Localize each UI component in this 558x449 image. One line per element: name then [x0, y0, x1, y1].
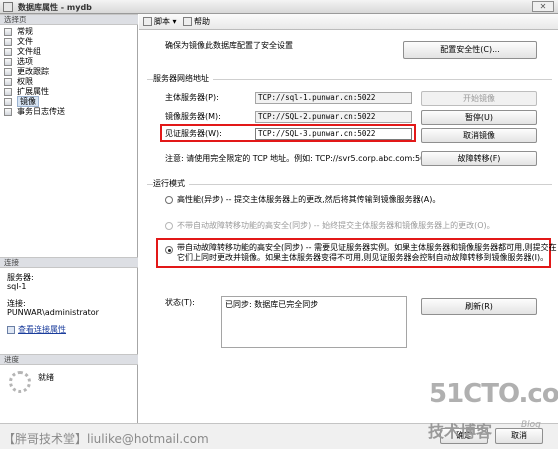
toolbar: 脚本 ▾ 帮助	[139, 14, 558, 30]
mode-group-title: 运行模式	[153, 179, 189, 189]
window-title: 数据库属性 - mydb	[18, 3, 92, 12]
high-safety-failover-label-line1: 带自动故障转移功能的高安全(同步) -- 需要见证服务器实例。如果主体服务器和镜…	[177, 243, 557, 252]
page-icon	[4, 48, 12, 56]
principal-address-field[interactable]: TCP://sql-1.punwar.cn:5022	[255, 92, 412, 104]
chevron-down-icon: ▾	[170, 17, 177, 26]
high-safety-no-failover-label: 不带自动故障转移功能的高安全(同步) -- 始终提交主体服务器和镜像服务器上的更…	[177, 221, 495, 230]
help-icon	[183, 17, 192, 26]
progress-spinner-icon	[9, 371, 31, 393]
watermark-blog: Blog	[521, 420, 541, 430]
server-value: sql-1	[7, 282, 27, 291]
high-safety-failover-label-line2: 它们上同时更改并镜像。如果主体服务器变得不可用,则见证服务器会控制自动故障转移到…	[177, 253, 549, 262]
status-label: 状态(T):	[165, 298, 195, 307]
configure-security-button[interactable]: 配置安全性(C)...	[403, 41, 537, 59]
pause-button[interactable]: 暂停(U)	[421, 110, 537, 125]
window-controls[interactable]: ✕	[532, 1, 554, 12]
status-value: 已同步: 数据库已完全同步	[225, 300, 319, 309]
close-icon[interactable]: ✕	[540, 2, 547, 11]
page-icon	[4, 98, 12, 106]
script-icon	[143, 17, 152, 26]
witness-address-field[interactable]: TCP://SQL-3.punwar.cn:5022	[255, 128, 412, 140]
principal-label: 主体服务器(P):	[165, 93, 219, 102]
window-title-bar: 数据库属性 - mydb ✕	[0, 0, 558, 14]
mirror-address-field[interactable]: TCP://SQL-2.punwar.cn:5022	[255, 111, 412, 123]
connection-value: PUNWAR\administrator	[7, 308, 99, 317]
remove-mirroring-button[interactable]: 取消镜像	[421, 128, 537, 143]
progress-header: 进度	[0, 354, 138, 365]
refresh-button[interactable]: 刷新(R)	[421, 298, 537, 315]
left-pane: 选择页 常规 文件 文件组 选项 更改跟踪 权限 扩展属性 镜像 事务日志传送 …	[0, 14, 138, 423]
cancel-button[interactable]: 取消	[495, 428, 543, 444]
connection-header: 连接	[0, 257, 138, 268]
page-icon	[4, 108, 12, 116]
connection-properties-icon	[7, 325, 15, 334]
address-note: 注意: 请使用完全限定的 TCP 地址。例如: TCP://svr5.corp.…	[165, 154, 436, 163]
page-icon	[4, 78, 12, 86]
help-button[interactable]: 帮助	[183, 16, 210, 27]
script-button[interactable]: 脚本 ▾	[143, 16, 177, 27]
watermark-brand: 51CTO.com	[429, 379, 558, 409]
mirror-label: 镜像服务器(M):	[165, 112, 221, 121]
high-safety-failover-radio[interactable]	[165, 246, 173, 254]
witness-label: 见证服务器(W):	[165, 129, 222, 138]
start-mirroring-button[interactable]: 开始镜像	[421, 91, 537, 106]
security-description: 确保为镜像此数据库配置了安全设置	[165, 41, 293, 50]
view-connection-properties[interactable]: 查看连接属性	[7, 325, 66, 335]
failover-button[interactable]: 故障转移(F)	[421, 151, 537, 166]
high-performance-radio[interactable]	[165, 196, 173, 204]
mirroring-page: 确保为镜像此数据库配置了安全设置 配置安全性(C)... 服务器网络地址 主体服…	[139, 30, 558, 423]
watermark-sub: 技术博客	[428, 422, 493, 441]
page-icon	[4, 68, 12, 76]
watermark-left: 【胖哥技术堂】liulike@hotmail.com	[3, 432, 209, 446]
progress-status: 就绪	[38, 373, 54, 382]
addresses-group-title: 服务器网络地址	[153, 74, 213, 84]
page-icon	[4, 88, 12, 96]
mode-group-line	[147, 184, 552, 185]
page-icon	[4, 28, 12, 36]
select-page-header: 选择页	[0, 14, 138, 25]
page-icon	[4, 58, 12, 66]
status-box: 已同步: 数据库已完全同步	[221, 296, 407, 348]
database-icon	[3, 2, 13, 12]
high-safety-no-failover-radio[interactable]	[165, 222, 173, 230]
high-performance-label: 高性能(异步) -- 提交主体服务器上的更改,然后将其传输到镜像服务器(A)。	[177, 195, 441, 204]
page-icon	[4, 38, 12, 46]
